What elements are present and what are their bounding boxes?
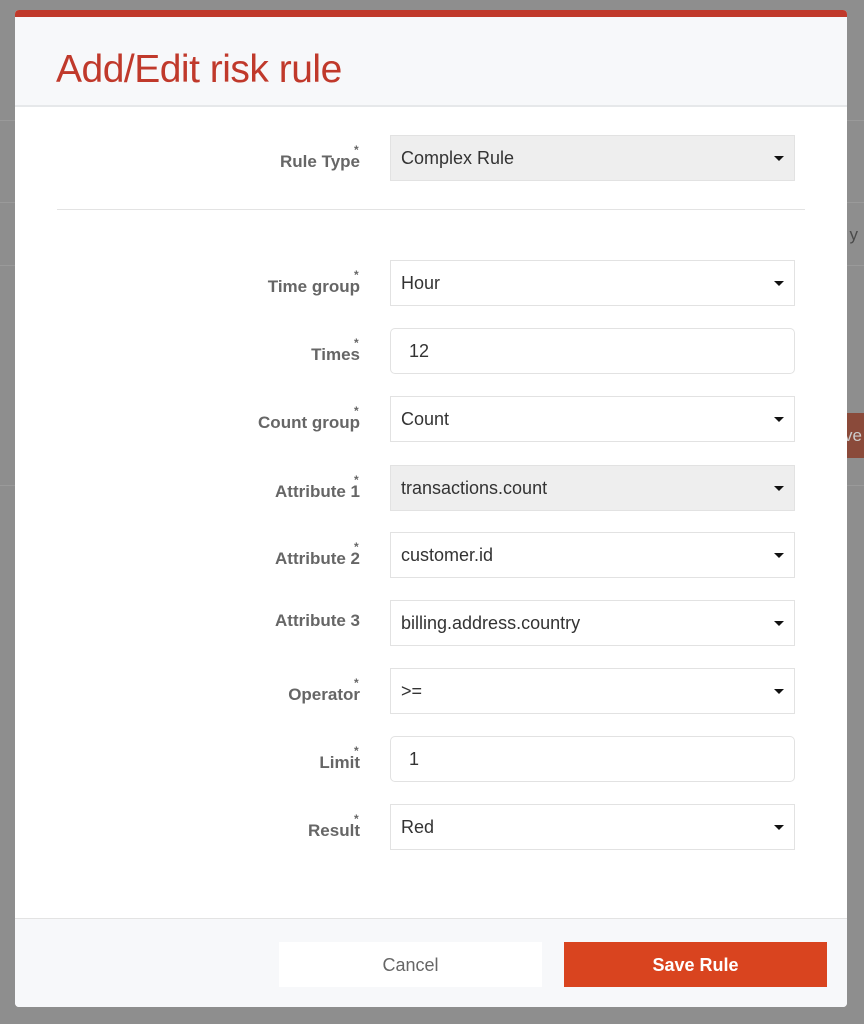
save-rule-button[interactable]: Save Rule: [564, 942, 827, 987]
chevron-down-icon: [774, 621, 784, 626]
time-group-value: Hour: [401, 273, 441, 293]
required-asterisk: *: [354, 540, 359, 554]
form-row-limit: Limit * 1: [15, 736, 847, 782]
result-select[interactable]: Red: [390, 804, 795, 850]
attribute-3-label: Attribute 3: [275, 611, 360, 630]
form-row-time-group: Time group * Hour: [15, 260, 847, 306]
cancel-button[interactable]: Cancel: [279, 942, 542, 987]
background-text: y: [849, 225, 859, 244]
attribute-2-value: customer.id: [401, 545, 494, 565]
form-row-operator: Operator * >=: [15, 668, 847, 714]
attribute-2-select[interactable]: customer.id: [390, 532, 795, 578]
required-asterisk: *: [354, 268, 359, 282]
result-label: Result: [308, 821, 360, 840]
limit-input[interactable]: 1: [390, 736, 795, 782]
required-asterisk: *: [354, 676, 359, 690]
risk-rule-modal: Add/Edit risk rule Rule Type * Complex Rul…: [15, 10, 847, 1007]
form-row-rule-type: Rule Type * Complex Rule: [15, 135, 847, 181]
chevron-down-icon: [774, 486, 784, 491]
operator-label: Operator: [288, 685, 360, 704]
attribute-3-select[interactable]: billing.address.country: [390, 600, 795, 646]
required-asterisk: *: [354, 404, 359, 418]
operator-select[interactable]: >=: [390, 668, 795, 714]
chevron-down-icon: [774, 281, 784, 286]
chevron-down-icon: [774, 689, 784, 694]
chevron-down-icon: [774, 553, 784, 558]
chevron-down-icon: [774, 156, 784, 161]
times-input[interactable]: 12: [390, 328, 795, 374]
operator-value: >=: [401, 681, 423, 701]
chevron-down-icon: [774, 417, 784, 422]
required-asterisk: *: [354, 143, 359, 157]
limit-value: 1: [409, 749, 420, 769]
times-label: Times: [311, 345, 360, 364]
rule-type-value: Complex Rule: [401, 148, 515, 168]
rule-type-label: Rule Type: [280, 152, 360, 171]
form-row-attribute-2: Attribute 2 * customer.id: [15, 532, 847, 578]
attribute-1-label: Attribute 1: [275, 482, 360, 501]
time-group-select[interactable]: Hour: [390, 260, 795, 306]
form-row-attribute-1: Attribute 1 * transactions.count: [15, 465, 847, 511]
attribute-2-label: Attribute 2: [275, 549, 360, 568]
modal-title: Add/Edit risk rule: [56, 48, 342, 91]
background-button: ve: [844, 413, 864, 458]
count-group-select[interactable]: Count: [390, 396, 795, 442]
form-row-times: Times * 12: [15, 328, 847, 374]
times-value: 12: [409, 341, 430, 361]
required-asterisk: *: [354, 473, 359, 487]
section-divider: [57, 209, 805, 210]
chevron-down-icon: [774, 825, 784, 830]
time-group-label: Time group: [267, 277, 360, 296]
result-value: Red: [401, 817, 435, 837]
required-asterisk: *: [354, 336, 359, 350]
required-asterisk: *: [354, 812, 359, 826]
modal-footer: Cancel Save Rule: [15, 918, 847, 1007]
attribute-1-select[interactable]: transactions.count: [390, 465, 795, 511]
count-group-label: Count group: [258, 413, 360, 432]
modal-header: Add/Edit risk rule: [15, 17, 847, 107]
rule-type-select[interactable]: Complex Rule: [390, 135, 795, 181]
modal-accent-bar: [15, 10, 847, 17]
attribute-1-value: transactions.count: [401, 478, 548, 498]
form-row-attribute-3: Attribute 3 billing.address.country: [15, 600, 847, 646]
count-group-value: Count: [401, 409, 450, 429]
form-row-result: Result * Red: [15, 804, 847, 850]
attribute-3-value: billing.address.country: [401, 613, 581, 633]
form-row-count-group: Count group * Count: [15, 396, 847, 442]
required-asterisk: *: [354, 744, 359, 758]
